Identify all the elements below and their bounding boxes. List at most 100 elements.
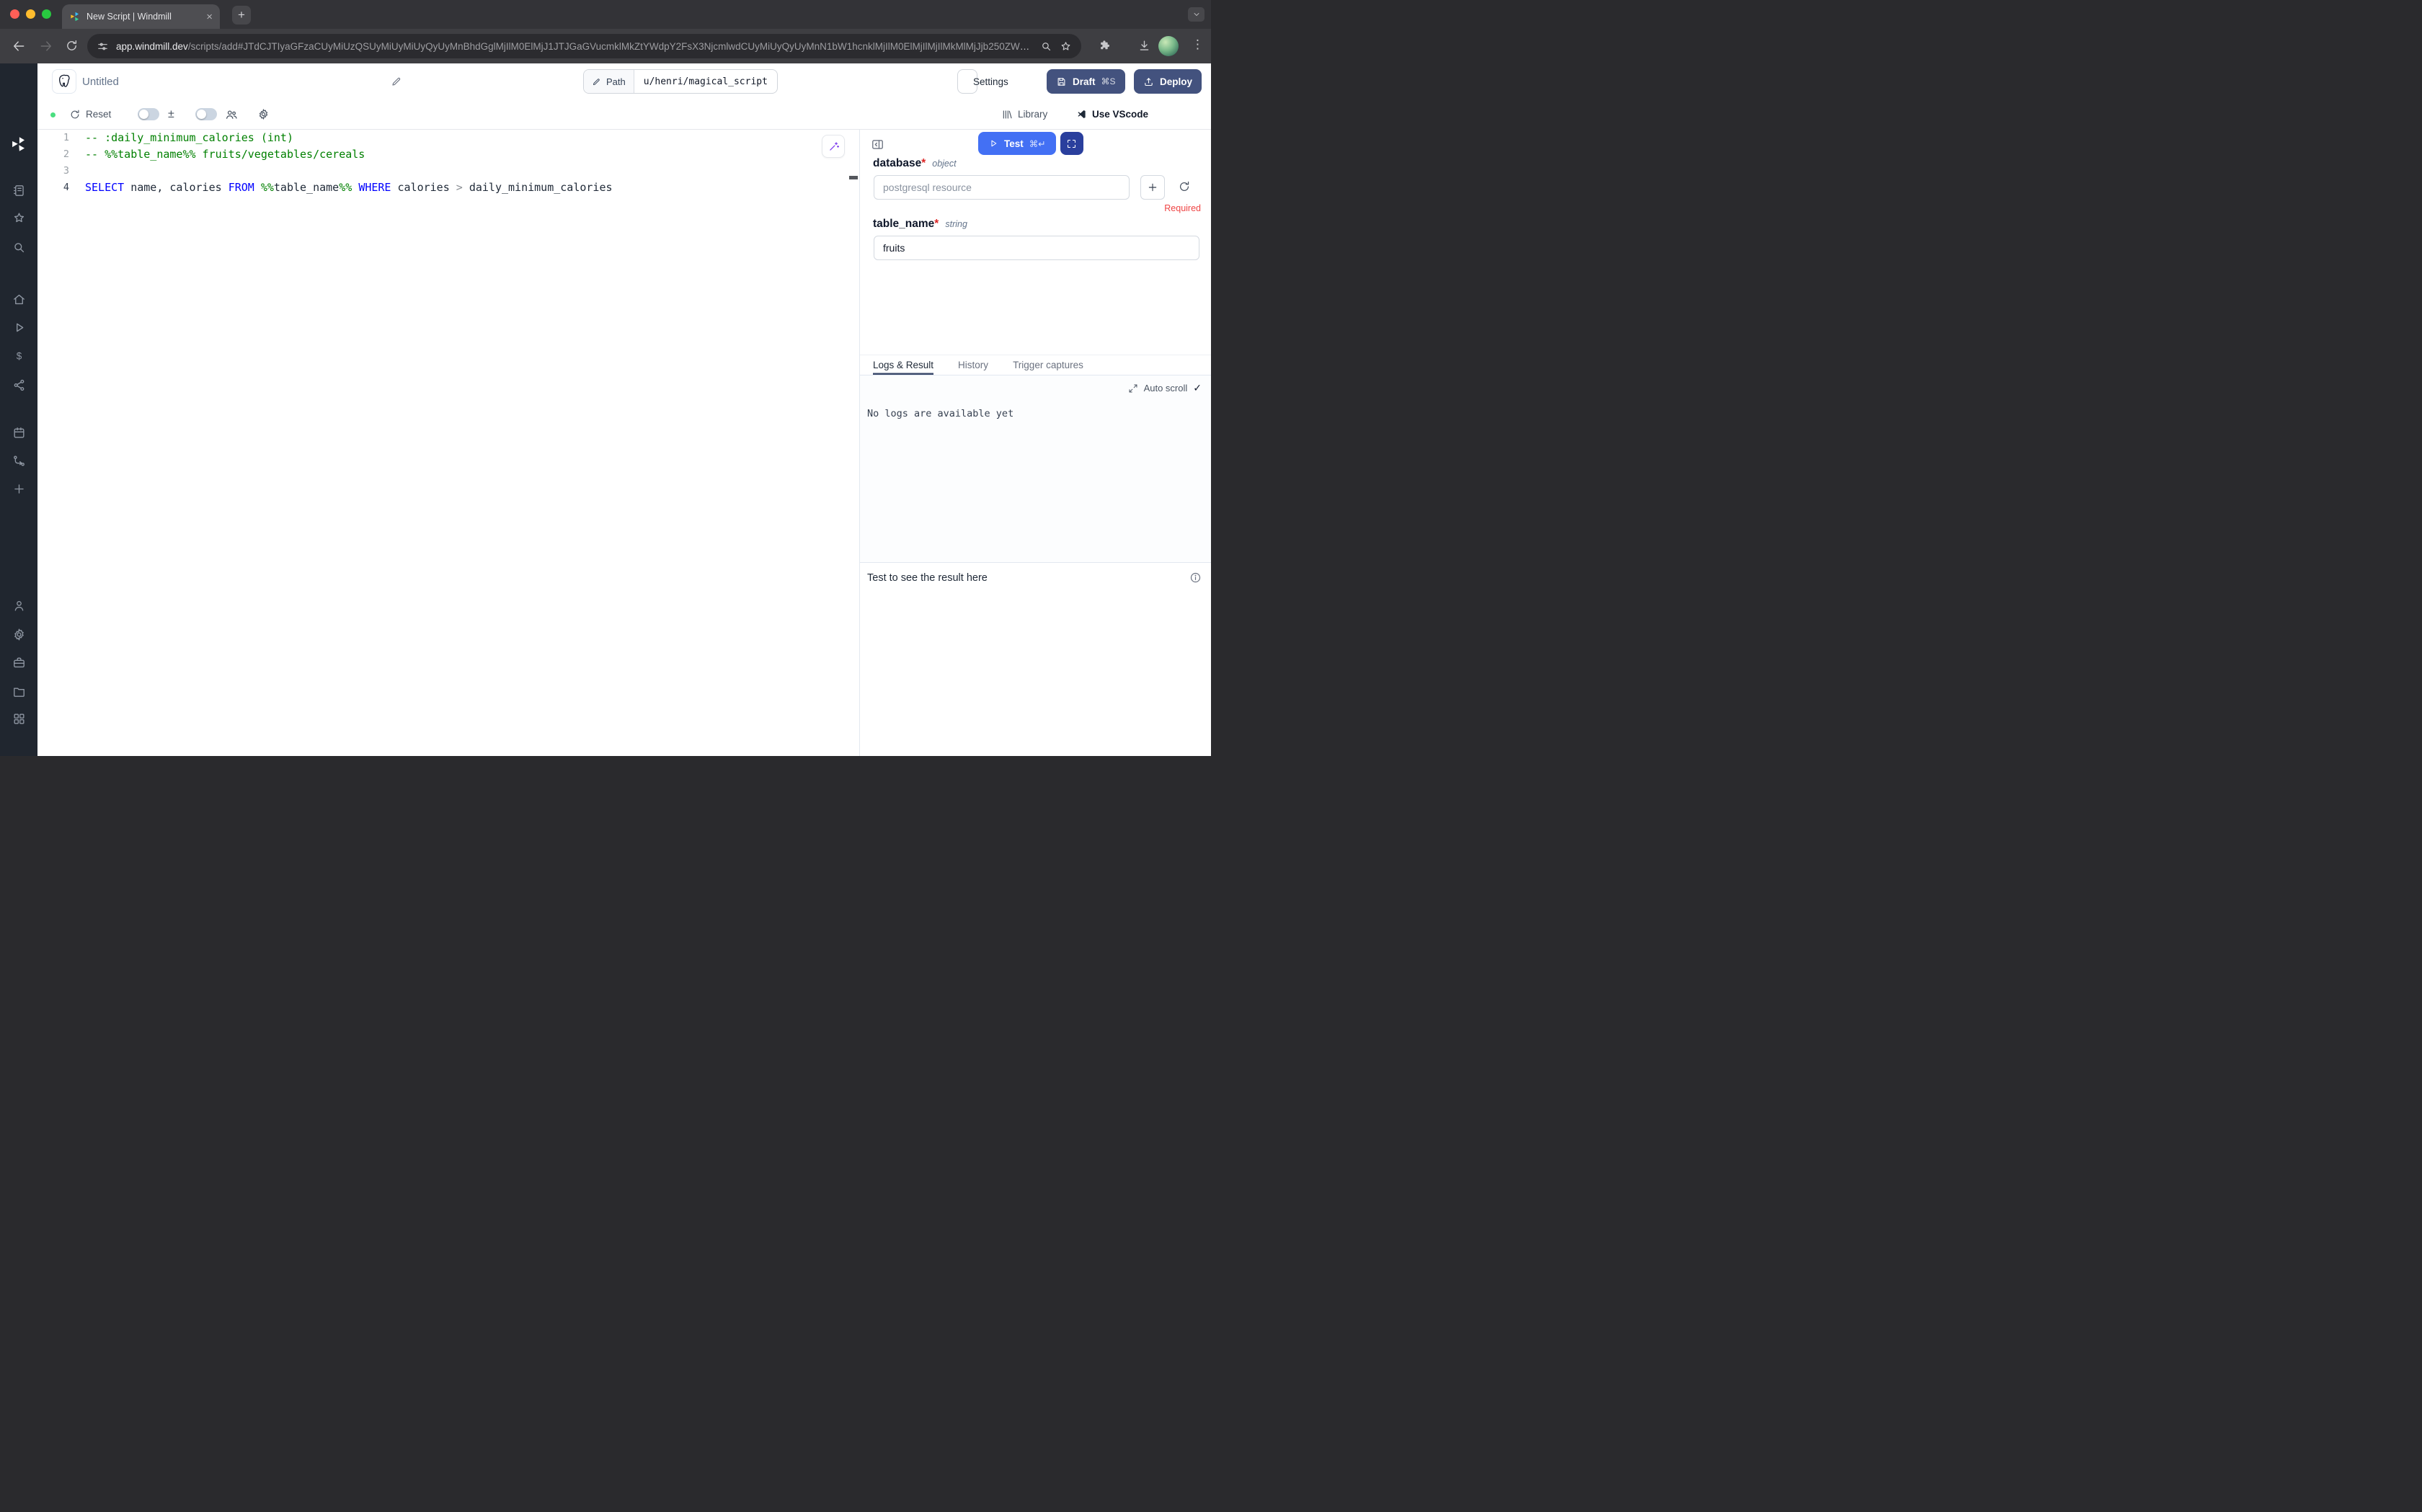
code-token: -- %%table_name%% fruits/vegetables/cere… <box>85 148 365 161</box>
ai-assistant-button[interactable] <box>822 135 845 158</box>
library-button[interactable]: Library <box>1001 99 1047 129</box>
test-label: Test <box>1004 138 1024 149</box>
browser-tab-strip: New Script | Windmill × + <box>0 0 1211 29</box>
toggle-switch[interactable] <box>138 108 159 120</box>
editor-toolbar: Reset ± Library Use VScode <box>37 99 1211 130</box>
windmill-favicon <box>69 11 81 22</box>
line-number: 2 <box>37 146 69 163</box>
sidebar-item-search[interactable] <box>10 239 27 256</box>
panel-collapse-icon <box>871 138 884 151</box>
star-icon <box>12 211 26 225</box>
sidebar-item-create[interactable] <box>10 480 27 497</box>
settings-button[interactable]: Settings <box>957 69 977 94</box>
deploy-icon <box>1143 76 1154 87</box>
field-name: table_name <box>873 218 934 230</box>
profile-avatar[interactable] <box>1158 36 1179 56</box>
vscode-label: Use VScode <box>1092 109 1148 120</box>
search-icon <box>12 241 26 254</box>
toggle-two[interactable] <box>195 99 217 129</box>
save-icon <box>1056 76 1067 87</box>
code-line[interactable]: 4 SELECT name, calories FROM %%table_nam… <box>37 179 859 196</box>
windmill-logo[interactable] <box>10 135 27 153</box>
sidebar-item-triggers[interactable] <box>10 452 27 469</box>
sidebar-item-user[interactable] <box>10 597 27 614</box>
test-button[interactable]: Test ⌘↵ <box>978 132 1056 155</box>
code-line[interactable]: 3 <box>37 163 859 179</box>
window-zoom-button[interactable] <box>42 9 51 19</box>
result-hint: Test to see the result here <box>867 572 988 584</box>
window-close-button[interactable] <box>10 9 19 19</box>
reload-button[interactable] <box>65 39 79 53</box>
url-bar[interactable]: app.windmill.dev/scripts/add#JTdCJTIyaGF… <box>87 34 1081 58</box>
sidebar-item-runs[interactable] <box>10 319 27 336</box>
extensions-button[interactable] <box>1099 39 1112 53</box>
deploy-button[interactable]: Deploy <box>1134 69 1202 94</box>
expand-icon <box>1128 383 1138 393</box>
back-arrow-icon <box>12 39 26 53</box>
window-minimize-button[interactable] <box>26 9 35 19</box>
user-icon <box>12 599 26 613</box>
zoom-icon[interactable] <box>1040 40 1052 53</box>
bookmark-star-icon[interactable] <box>1060 40 1072 53</box>
field-name: database <box>873 157 921 169</box>
sidebar-item-folders[interactable] <box>10 682 27 700</box>
editor-settings-button[interactable] <box>257 99 270 129</box>
database-input[interactable] <box>874 175 1130 200</box>
draft-label: Draft <box>1073 76 1096 87</box>
use-vscode-button[interactable]: Use VScode <box>1076 99 1148 129</box>
reset-button[interactable]: Reset <box>69 99 111 129</box>
auto-scroll-toggle[interactable]: Auto scroll ✓ <box>1128 382 1202 394</box>
tab-search-button[interactable] <box>1188 7 1205 22</box>
deploy-label: Deploy <box>1160 76 1192 87</box>
toggle-one[interactable] <box>138 99 159 129</box>
gear-icon <box>12 628 26 641</box>
tab-logs-result[interactable]: Logs & Result <box>873 355 933 375</box>
url-text: app.windmill.dev/scripts/add#JTdCJTIyaGF… <box>116 41 1033 52</box>
code-line[interactable]: 2 -- %%table_name%% fruits/vegetables/ce… <box>37 146 859 163</box>
new-tab-button[interactable]: + <box>232 6 251 25</box>
forward-button[interactable] <box>39 39 53 53</box>
gear-icon <box>257 108 270 120</box>
test-fullscreen-button[interactable] <box>1060 132 1083 155</box>
collapse-panel-button[interactable] <box>871 138 884 151</box>
diff-button[interactable]: ± <box>168 99 174 129</box>
result-section: Test to see the result here <box>860 562 1211 592</box>
sidebar-item-resources[interactable] <box>10 376 27 393</box>
draft-button[interactable]: Draft ⌘S <box>1047 69 1125 94</box>
plus-icon <box>1147 182 1158 193</box>
code-token: calories <box>391 181 456 194</box>
script-title-field[interactable]: Untitled <box>82 63 119 99</box>
sidebar-item-notebook[interactable] <box>10 182 27 199</box>
sidebar-item-workers[interactable] <box>10 654 27 671</box>
sidebar-item-home[interactable] <box>10 290 27 308</box>
sidebar-item-settings[interactable] <box>10 626 27 643</box>
line-number: 3 <box>37 163 69 179</box>
collaborators-button[interactable] <box>225 99 238 129</box>
tab-close-icon[interactable]: × <box>206 12 213 22</box>
database-field-label: database* object <box>873 157 957 170</box>
edit-title-button[interactable] <box>391 76 402 87</box>
tab-trigger-captures[interactable]: Trigger captures <box>1013 355 1083 375</box>
sidebar-item-schedules[interactable] <box>10 424 27 441</box>
code-editor[interactable]: 1 -- :daily_minimum_calories (int) 2 -- … <box>37 130 859 756</box>
sidebar-item-variables[interactable]: $ <box>10 347 27 365</box>
sidebar-item-favorites[interactable] <box>10 209 27 226</box>
code-token: %% <box>339 181 352 194</box>
back-button[interactable] <box>12 39 26 53</box>
code-token: -- :daily_minimum_calories (int) <box>85 131 293 144</box>
code-line[interactable]: 1 -- :daily_minimum_calories (int) <box>37 130 859 146</box>
tab-title: New Script | Windmill <box>86 12 200 22</box>
refresh-resources-button[interactable] <box>1178 180 1191 193</box>
browser-tab[interactable]: New Script | Windmill × <box>62 4 220 29</box>
sidebar-item-apps[interactable] <box>10 710 27 727</box>
code-token: SELECT <box>85 181 124 194</box>
reset-label: Reset <box>86 109 111 120</box>
tab-history[interactable]: History <box>958 355 988 375</box>
site-settings-icon[interactable] <box>97 40 109 53</box>
downloads-button[interactable] <box>1137 39 1151 53</box>
browser-menu-button[interactable]: ⋮ <box>1192 37 1204 52</box>
table-name-input[interactable] <box>874 236 1199 260</box>
script-path-control[interactable]: Path u/henri/magical_script <box>583 69 778 94</box>
toggle-switch[interactable] <box>195 108 217 120</box>
add-resource-button[interactable] <box>1140 175 1165 200</box>
